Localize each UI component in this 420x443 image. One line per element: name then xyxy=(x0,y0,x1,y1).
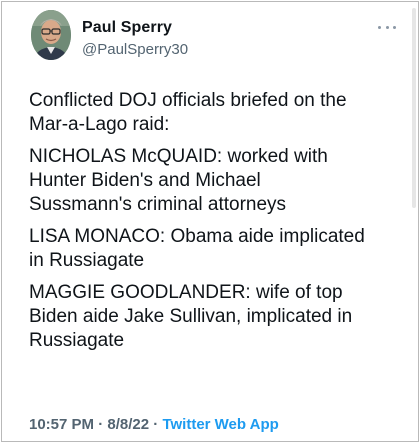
tweet-paragraph: NICHOLAS McQUAID: worked with Hunter Bid… xyxy=(29,146,328,215)
tweet-date[interactable]: 8/8/22 xyxy=(107,416,149,433)
scrollbar[interactable] xyxy=(412,8,416,208)
dot xyxy=(385,25,389,29)
tweet-source-link[interactable]: Twitter Web App xyxy=(162,416,278,433)
author-handle[interactable]: @PaulSperry30 xyxy=(82,41,188,58)
tweet-text: Conflicted DOJ officials briefed on the … xyxy=(29,89,409,361)
dot xyxy=(393,25,396,29)
more-options-icon[interactable] xyxy=(378,24,396,30)
tweet-paragraph: LISA MONACO: Obama aide implicated in Ru… xyxy=(29,226,365,271)
tweet-time[interactable]: 10:57 PM xyxy=(29,416,94,433)
avatar-photo xyxy=(31,10,71,60)
meta-separator: · xyxy=(149,416,163,433)
meta-separator: · xyxy=(94,416,108,433)
tweet-paragraph: Conflicted DOJ officials briefed on the … xyxy=(29,90,347,135)
tweet-card: Paul Sperry @PaulSperry30 Conflicted DOJ… xyxy=(1,1,419,442)
avatar[interactable] xyxy=(31,10,71,60)
dot xyxy=(378,25,381,29)
author-display-name[interactable]: Paul Sperry xyxy=(82,19,172,37)
tweet-meta: 10:57 PM · 8/8/22 · Twitter Web App xyxy=(29,416,279,433)
tweet-paragraph: MAGGIE GOODLANDER: wife of top Biden aid… xyxy=(29,282,353,351)
